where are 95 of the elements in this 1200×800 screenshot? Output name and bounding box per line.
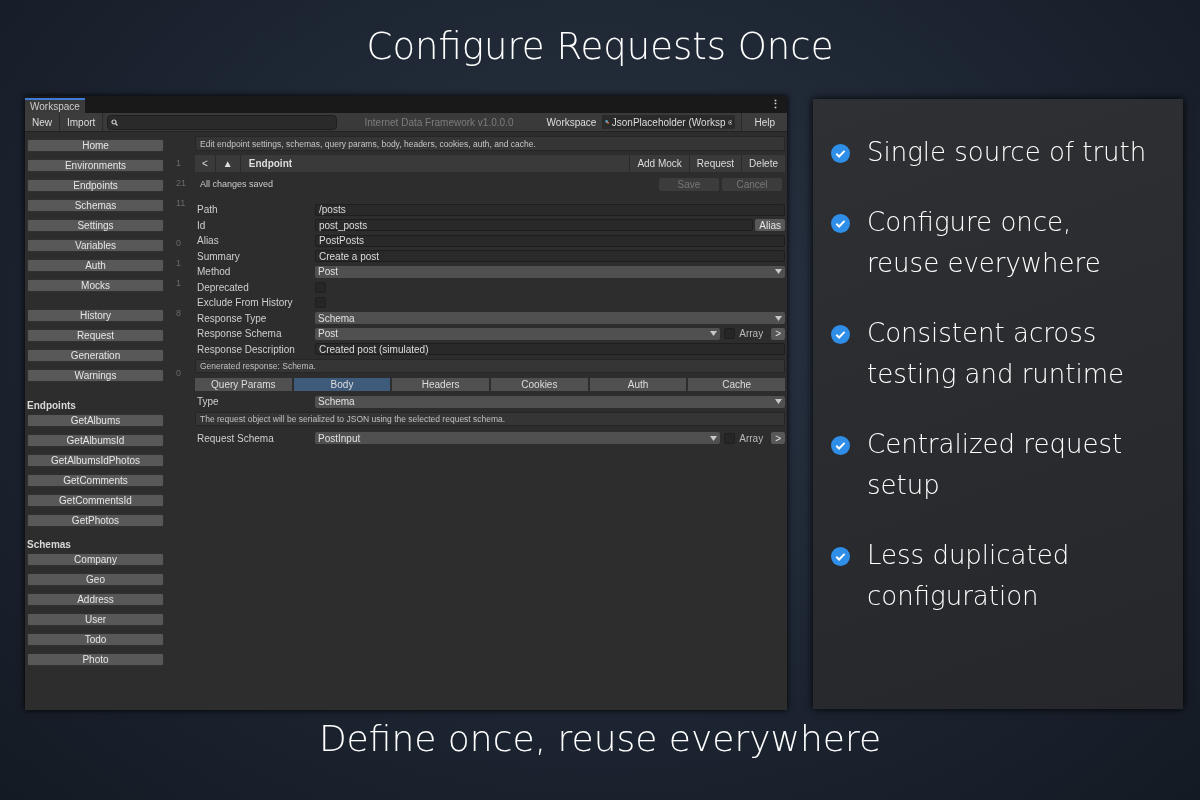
text-field[interactable]: /posts [315,203,785,216]
text-field[interactable]: PostPosts [315,234,785,247]
check-circle-icon [831,144,850,163]
list-item-button[interactable]: GetPhotos [27,514,164,527]
target-icon [727,117,733,127]
field-label: Alias [196,235,220,247]
page-caption: Define once, reuse everywhere [318,717,882,759]
nav-button[interactable]: Environments [27,159,164,172]
next-button[interactable]: > [771,327,785,340]
alias-button[interactable]: Alias [755,219,785,232]
list-item-button[interactable]: GetAlbumsId [27,434,164,447]
tab[interactable]: Cookies [491,378,588,391]
nav-button[interactable]: Variables [27,239,164,252]
info-note: The request object will be serialized to JSON using the selected request schema. [195,411,785,426]
field-label: Method [196,266,232,278]
tab[interactable]: Body [293,378,391,391]
workspace-icon [605,118,610,126]
caret-icon [775,269,782,275]
workspace-selector[interactable]: JsonPlaceholder (Worksp [602,115,736,129]
search-icon [111,118,119,126]
field-label: Request Schema [196,432,275,444]
check-circle-icon [831,214,850,233]
item-count: 1 [176,157,181,168]
field-label: Path [196,204,219,216]
search-field[interactable] [107,114,338,130]
next-button[interactable]: > [771,432,785,445]
tab[interactable]: Cache [688,378,786,391]
field-label: Response Schema [196,328,283,340]
benefit-text: Consistent across testing and runtime [867,317,1125,391]
list-item-button[interactable]: GetAlbumsIdPhotos [27,454,164,467]
dropdown[interactable]: Schema [315,312,785,325]
item-count: 11 [176,197,186,208]
workspace-label: Workspace [545,116,598,128]
caret-icon [775,399,782,405]
section-title: Endpoints [27,400,77,411]
caret-icon [710,435,718,441]
app-title: Internet Data Framework v1.0.0.0 [363,116,515,128]
tab[interactable]: Query Params [195,378,292,391]
status-message: All changes saved [199,179,275,189]
dropdown[interactable]: Schema [315,395,785,408]
check-circle-icon [831,436,850,455]
check-circle-icon [831,325,850,344]
dropdown[interactable]: Post [315,327,721,340]
list-item-button[interactable]: GetAlbums [27,414,164,427]
field-label: Response Description [196,343,296,355]
list-item-button[interactable]: GetComments [27,474,164,487]
field-label: Type [196,396,220,408]
section-title: Schemas [27,539,72,550]
tab[interactable]: Auth [589,378,687,391]
field-label: Deprecated [196,281,250,293]
section-title: Endpoint [247,158,294,169]
window-tab[interactable]: Workspace [25,98,85,113]
text-field[interactable]: post_posts [315,219,754,232]
checkbox-label: Array [739,432,764,444]
dropdown[interactable]: Post [315,265,785,278]
benefit-text: Configure once, reuse everywhere [867,206,1101,280]
list-item-button[interactable]: Photo [27,653,164,666]
item-count: 1 [176,277,181,288]
more-menu[interactable]: ⋮ [764,98,787,111]
checkbox-label: Array [739,328,764,340]
list-item-button[interactable]: User [27,613,164,626]
check-circle-icon [831,547,850,566]
nav-button[interactable]: History [27,309,164,322]
field-label: Response Type [196,312,268,324]
info-note: Generated response: Schema. [195,359,785,373]
page-heading: Configure Requests Once [366,24,834,68]
benefit-text: Single source of truth [867,136,1147,169]
list-item-button[interactable]: Address [27,593,164,606]
item-count: 21 [176,177,186,188]
list-item-button[interactable]: Geo [27,573,164,586]
caret-icon [775,315,782,321]
tab[interactable]: Headers [392,378,489,391]
text-field[interactable]: Created post (simulated) [315,343,785,356]
list-item-button[interactable]: Todo [27,633,164,646]
list-item-button[interactable]: Company [27,553,164,566]
description-bar: Edit endpoint settings, schemas, query params, body, headers, cookies, auth, and cache. [195,136,785,151]
benefit-text: Centralized request setup [867,428,1123,502]
text-field[interactable]: Create a post [315,250,785,263]
dropdown[interactable]: PostInput [315,432,721,445]
caret-icon [710,331,718,337]
nav-button[interactable]: Settings [27,219,164,232]
field-label: Id [196,219,207,231]
benefit-text: Less duplicated configuration [867,539,1070,613]
nav-button[interactable]: Mocks [27,279,164,292]
nav-button[interactable]: Schemas [27,199,164,212]
item-count: 1 [176,257,181,268]
nav-button[interactable]: Home [27,139,164,152]
nav-button[interactable]: Endpoints [27,179,164,192]
nav-button[interactable]: Auth [27,259,164,272]
nav-button[interactable]: Request [27,329,164,342]
nav-button[interactable]: Generation [27,349,164,362]
nav-button[interactable]: Warnings [27,369,164,382]
field-label: Summary [196,250,241,262]
field-label: Exclude From History [196,297,294,309]
list-item-button[interactable]: GetCommentsId [27,494,164,507]
